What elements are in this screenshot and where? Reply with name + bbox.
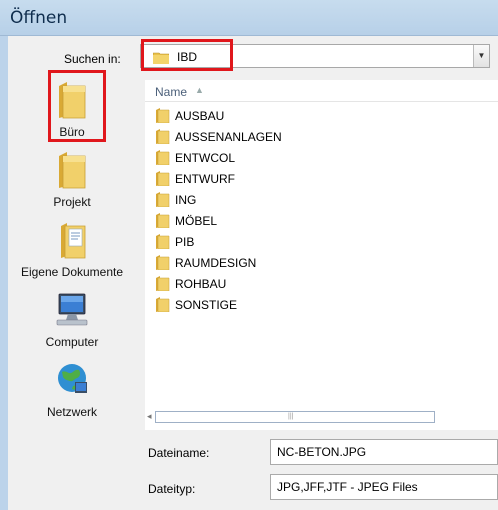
list-item-label: PIB <box>175 235 195 249</box>
list-item-label: AUSBAU <box>175 109 225 123</box>
list-item[interactable]: ENTWURF <box>155 169 475 190</box>
folder-icon <box>155 192 171 210</box>
folder-icon <box>155 108 171 126</box>
list-item-label: ING <box>175 193 197 207</box>
list-item-label: MÖBEL <box>175 214 218 228</box>
scroll-left-icon[interactable]: ◂ <box>147 411 152 422</box>
list-item-label: SONSTIGE <box>175 298 238 312</box>
filetype-select[interactable]: JPG,JFF,JTF - JPEG Files <box>270 474 498 500</box>
list-item-label: ENTWCOL <box>175 151 235 165</box>
place-netzwerk[interactable]: Netzwerk <box>12 360 132 419</box>
folder-icon <box>155 234 171 252</box>
list-item[interactable]: ING <box>155 190 475 211</box>
list-item[interactable]: SONSTIGE <box>155 295 475 316</box>
list-item-label: AUSSENANLAGEN <box>175 130 282 144</box>
horizontal-scrollbar[interactable]: ||| <box>155 411 435 423</box>
list-item[interactable]: ENTWCOL <box>155 148 475 169</box>
window-title: Öffnen <box>10 8 68 28</box>
place-eigene-dokumente[interactable]: Eigene Dokumente <box>12 220 132 279</box>
computer-icon <box>56 293 88 326</box>
folder-icon <box>59 152 86 189</box>
filename-value: NC-BETON.JPG <box>277 445 367 459</box>
network-icon <box>58 364 87 393</box>
folder-icon <box>155 255 171 273</box>
list-item[interactable]: PIB <box>155 232 475 253</box>
folder-icon <box>155 213 171 231</box>
documents-icon <box>61 223 86 259</box>
folder-icon <box>155 150 171 168</box>
filetype-label: Dateityp: <box>148 482 196 496</box>
list-item-label: ENTWURF <box>175 172 235 186</box>
file-list: Name ▲ AUSBAU AUSSENANLAGEN ENTWCOL ENTW… <box>145 80 498 430</box>
list-item[interactable]: MÖBEL <box>155 211 475 232</box>
place-computer[interactable]: Computer <box>12 290 132 349</box>
place-label: Computer <box>45 335 99 349</box>
list-item[interactable]: ROHBAU <box>155 274 475 295</box>
place-label: Eigene Dokumente <box>20 265 124 279</box>
column-header-name[interactable]: Name ▲ <box>145 80 498 102</box>
column-header-label: Name <box>155 85 188 99</box>
title-bar: Öffnen <box>0 0 498 36</box>
place-label: Projekt <box>53 195 91 209</box>
highlight-box-look-in <box>141 39 233 71</box>
place-label: Netzwerk <box>46 405 97 419</box>
folder-icon <box>155 171 171 189</box>
list-item[interactable]: RAUMDESIGN <box>155 253 475 274</box>
folder-icon <box>155 129 171 147</box>
folder-icon <box>155 276 171 294</box>
highlight-box-buero <box>48 70 106 142</box>
look-in-label: Suchen in: <box>64 52 121 66</box>
sort-up-icon: ▲ <box>195 85 204 95</box>
filename-label: Dateiname: <box>148 446 210 460</box>
list-item-label: RAUMDESIGN <box>175 256 257 270</box>
chevron-down-icon[interactable]: ▼ <box>473 45 489 67</box>
folder-icon <box>155 297 171 315</box>
place-projekt[interactable]: Projekt <box>12 150 132 209</box>
filetype-value: JPG,JFF,JTF - JPEG Files <box>277 480 418 494</box>
list-item-label: ROHBAU <box>175 277 227 291</box>
list-item[interactable]: AUSSENANLAGEN <box>155 127 475 148</box>
scroll-grip-icon: ||| <box>288 413 294 420</box>
filename-input[interactable]: NC-BETON.JPG <box>270 439 498 465</box>
list-item[interactable]: AUSBAU <box>155 106 475 127</box>
folder-rows: AUSBAU AUSSENANLAGEN ENTWCOL ENTWURF ING… <box>155 106 475 316</box>
